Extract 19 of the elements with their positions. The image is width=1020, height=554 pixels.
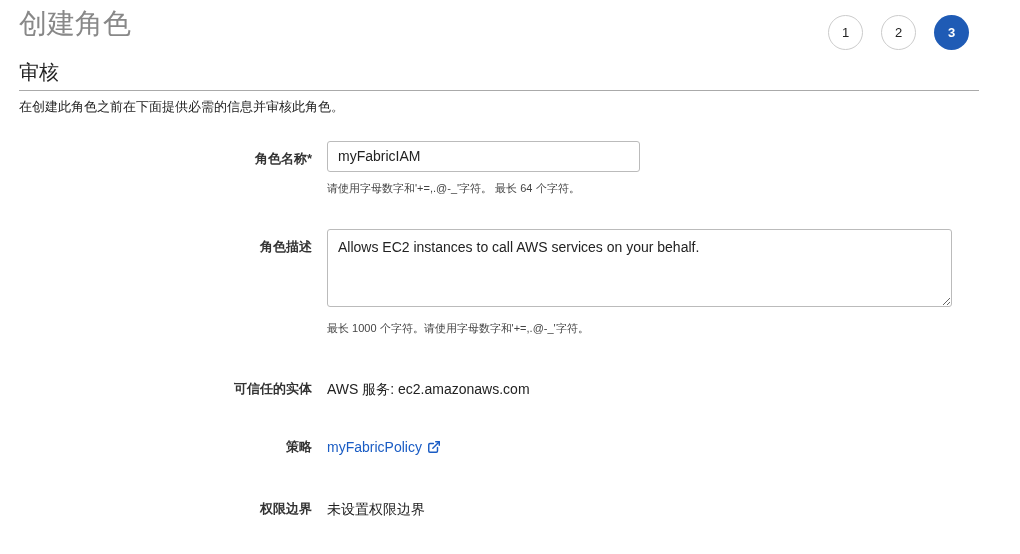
role-name-field[interactable]: myFabricIAM [327,140,640,172]
page-title: 创建角色 [19,10,131,38]
field-label: 可信任的实体 [234,379,312,398]
field-hint: 请使用字母数字和'+=,.@-_'字符。 最长 64 个字符。 [327,180,581,196]
field-label: 角色名称* [254,149,312,168]
policy-link[interactable]: myFabricPolicy [327,436,441,458]
field-label: 策略 [286,437,312,456]
intro-text: 在创建此角色之前在下面提供必需的信息并审核此角色。 [19,98,345,116]
step-indicator[interactable]: 2 [881,15,916,50]
field-label: 权限边界 [260,499,312,518]
section-title: 审核 [19,62,979,91]
external-link-icon [426,440,441,454]
field-hint: 最长 1000 个字符。请使用字母数字和'+=,.@-_'字符。 [327,320,590,336]
field-label: 角色描述 [260,237,312,256]
step-indicator[interactable]: 1 [828,15,863,50]
field-value: 未设置权限边界 [327,499,425,519]
role-description-field[interactable]: Allows EC2 instances to call AWS services on your behalf. [327,228,952,307]
field-value: AWS 服务: ec2.amazonaws.com [327,379,530,399]
step-indicator[interactable]: 3 [934,15,969,50]
